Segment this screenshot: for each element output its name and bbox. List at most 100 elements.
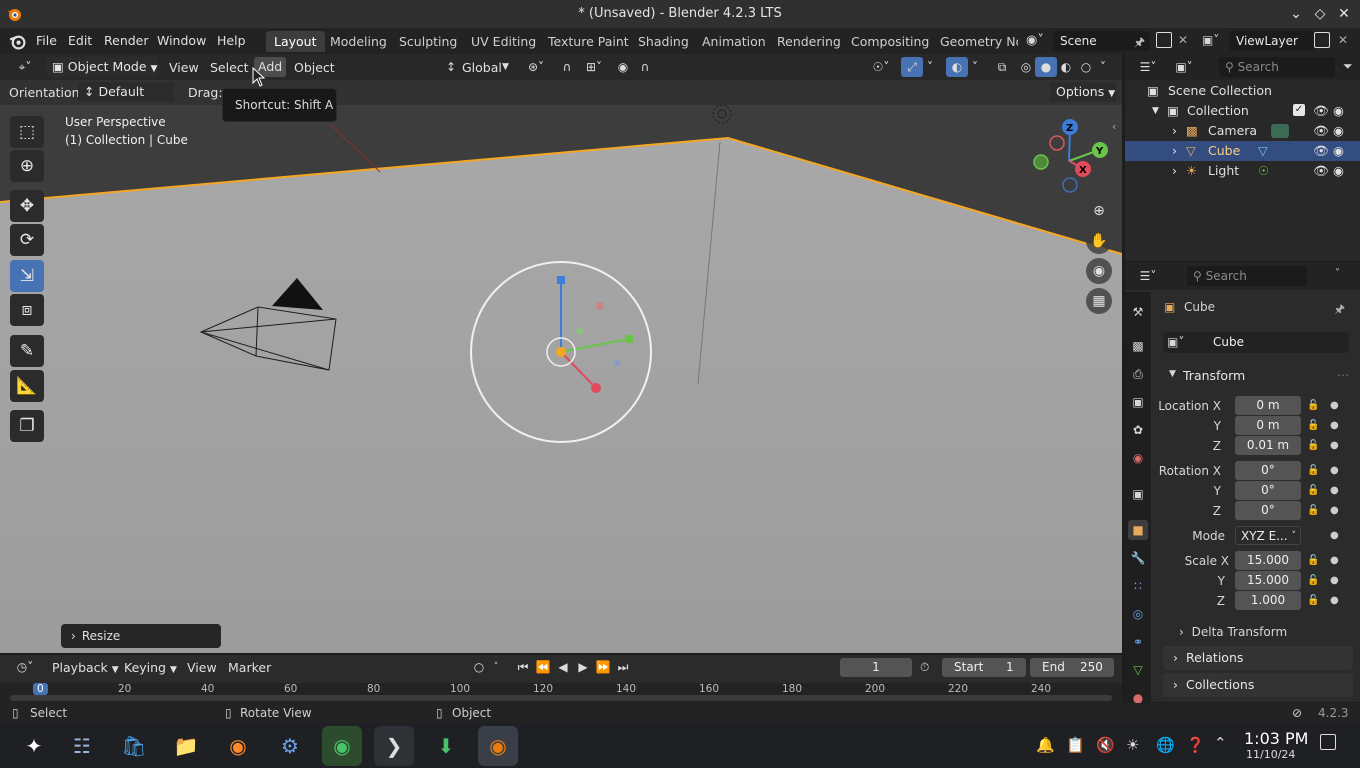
- camera-render-icon[interactable]: ◉: [1333, 101, 1344, 121]
- eye-icon[interactable]: 👁: [1313, 141, 1329, 161]
- display-mode-icon[interactable]: ▣˅: [1171, 57, 1197, 77]
- volume-muted-icon[interactable]: 🔇: [1096, 736, 1115, 754]
- outliner-item-camera[interactable]: › ▩ Camera 👁 ◉: [1125, 121, 1360, 141]
- prev-keyframe-icon[interactable]: ⏪: [532, 657, 554, 677]
- tab-rendering[interactable]: Rendering: [769, 31, 849, 52]
- tab-texture-paint[interactable]: Texture Paint: [540, 31, 637, 52]
- scale-x-field[interactable]: 15.000: [1235, 551, 1301, 570]
- scale-tool[interactable]: ⇲: [10, 260, 44, 292]
- clock-date[interactable]: 11/10/24: [1246, 748, 1295, 761]
- delta-transform-subpanel[interactable]: › Delta Transform: [1179, 622, 1351, 642]
- last-operator-panel[interactable]: › Resize: [61, 624, 221, 648]
- 3d-viewport[interactable]: Z Y X ⌖˅ ▣ Object Mode ▼ View Select Add…: [0, 54, 1122, 653]
- eye-icon[interactable]: 👁: [1313, 161, 1329, 181]
- outliner-search-input[interactable]: ⚲ Search: [1219, 57, 1335, 77]
- notification-icon[interactable]: 🔔: [1036, 736, 1055, 754]
- select-box-tool[interactable]: ⬚: [10, 116, 44, 148]
- lock-icon[interactable]: 🔓: [1307, 555, 1319, 566]
- constraints-tab-icon[interactable]: ⚭: [1128, 632, 1148, 652]
- lock-icon[interactable]: 🔓: [1307, 465, 1319, 476]
- current-frame-field[interactable]: 1: [840, 658, 912, 677]
- location-x-field[interactable]: 0 m: [1235, 396, 1301, 415]
- lock-icon[interactable]: 🔓: [1307, 575, 1319, 586]
- chevron-down-icon[interactable]: ˅: [488, 657, 504, 677]
- firefox-icon[interactable]: ◉: [218, 726, 258, 766]
- lock-icon[interactable]: 🔓: [1307, 595, 1319, 606]
- orientation-dropdown[interactable]: ↕ Default: [78, 82, 174, 102]
- scale-z-field[interactable]: 1.000: [1235, 591, 1301, 610]
- checkbox-icon[interactable]: ✓: [1293, 104, 1305, 116]
- gizmo-toggle-icon[interactable]: ⤢: [901, 57, 923, 77]
- transform-tool[interactable]: ⧈: [10, 294, 44, 326]
- tab-geometry-nodes[interactable]: Geometry Noc: [932, 31, 1018, 52]
- zoom-icon[interactable]: ⊕: [1086, 198, 1112, 224]
- start-frame-field[interactable]: Start 1: [942, 658, 1026, 677]
- filter-icon[interactable]: ⏷: [1343, 59, 1353, 74]
- pin-icon[interactable]: 🖈: [1134, 33, 1145, 54]
- menu-render[interactable]: Render: [104, 33, 149, 48]
- rotation-x-field[interactable]: 0°: [1235, 461, 1301, 480]
- blender-menu-icon[interactable]: [9, 33, 26, 50]
- keyframe-dot-icon[interactable]: ●: [1330, 465, 1339, 476]
- options-dropdown[interactable]: Options ▼: [1050, 82, 1116, 102]
- maximize-icon[interactable]: ◇: [1310, 4, 1330, 24]
- overlays-toggle-icon[interactable]: ◐: [946, 57, 968, 77]
- outliner-item-light[interactable]: › ☀ Light ☉ 👁 ◉: [1125, 161, 1360, 181]
- cursor-tool[interactable]: ⊕: [10, 150, 44, 182]
- new-scene-icon[interactable]: [1156, 32, 1172, 48]
- snap-target-icon[interactable]: ⊞˅: [580, 57, 608, 77]
- store-icon[interactable]: 🛍: [114, 726, 154, 766]
- tab-compositing[interactable]: Compositing: [843, 31, 937, 52]
- tab-modeling[interactable]: Modeling: [322, 31, 395, 52]
- move-tool[interactable]: ✥: [10, 190, 44, 222]
- remove-scene-icon[interactable]: ✕: [1178, 33, 1188, 47]
- close-icon[interactable]: ✕: [1334, 4, 1354, 24]
- output-tab-icon[interactable]: ⎙: [1128, 364, 1148, 384]
- scale-y-field[interactable]: 15.000: [1235, 571, 1301, 590]
- properties-editor-icon[interactable]: ☰˅: [1135, 266, 1161, 286]
- file-manager-icon[interactable]: 📁: [166, 726, 206, 766]
- terminal-icon[interactable]: ❯: [374, 726, 414, 766]
- modifier-tab-icon[interactable]: 🔧: [1128, 548, 1148, 568]
- record-icon[interactable]: ○: [468, 657, 490, 677]
- play-icon[interactable]: ▶: [572, 657, 594, 677]
- viewport-menu-object[interactable]: Object: [294, 60, 335, 75]
- camera-view-icon[interactable]: ◉: [1086, 258, 1112, 284]
- keyframe-dot-icon[interactable]: ●: [1330, 575, 1339, 586]
- play-reverse-icon[interactable]: ◀: [552, 657, 574, 677]
- jump-end-icon[interactable]: ⏭: [612, 657, 634, 677]
- data-tab-icon[interactable]: ▽: [1128, 660, 1148, 680]
- material-shading-icon[interactable]: ◐: [1055, 57, 1077, 77]
- location-y-field[interactable]: 0 m: [1235, 416, 1301, 435]
- chevron-down-icon[interactable]: ˅: [922, 57, 938, 77]
- stopwatch-icon[interactable]: ⏱: [920, 660, 929, 675]
- collection-tab-icon[interactable]: ▣: [1128, 484, 1148, 504]
- lock-icon[interactable]: 🔓: [1307, 420, 1319, 431]
- view-layer-tab-icon[interactable]: ▣: [1128, 392, 1148, 412]
- visibility-icon[interactable]: ☉˅: [866, 57, 896, 77]
- settings-icon[interactable]: ⚙: [270, 726, 310, 766]
- camera-render-icon[interactable]: ◉: [1333, 121, 1344, 141]
- perspective-grid-icon[interactable]: ▦: [1086, 288, 1112, 314]
- menu-file[interactable]: File: [36, 33, 57, 48]
- show-desktop-icon[interactable]: [1320, 734, 1336, 750]
- tab-animation[interactable]: Animation: [694, 31, 774, 52]
- camera-data-icon[interactable]: [1271, 124, 1289, 138]
- render-tab-icon[interactable]: ▩: [1128, 336, 1148, 356]
- tab-shading[interactable]: Shading: [630, 31, 697, 52]
- timeline-menu-keying[interactable]: Keying ▼: [124, 660, 177, 675]
- keyframe-dot-icon[interactable]: ●: [1330, 420, 1339, 431]
- menu-window[interactable]: Window: [157, 33, 206, 48]
- pan-hand-icon[interactable]: ✋: [1086, 228, 1112, 254]
- proportional-edit-icon[interactable]: ◉: [612, 57, 634, 77]
- rotate-tool[interactable]: ⟳: [10, 224, 44, 256]
- help-icon[interactable]: ❓: [1186, 736, 1205, 754]
- brightness-icon[interactable]: ☀: [1126, 736, 1139, 754]
- eye-icon[interactable]: 👁: [1313, 121, 1329, 141]
- timeline-menu-view[interactable]: View: [187, 660, 217, 675]
- transform-orientation-icon[interactable]: ↕: [440, 57, 462, 77]
- tab-layout[interactable]: Layout: [266, 31, 325, 52]
- task-manager-icon[interactable]: ☷: [62, 726, 102, 766]
- launcher-icon[interactable]: ✦: [14, 726, 54, 766]
- outliner-collection[interactable]: ▼ ▣ Collection ✓ 👁 ◉: [1125, 101, 1360, 121]
